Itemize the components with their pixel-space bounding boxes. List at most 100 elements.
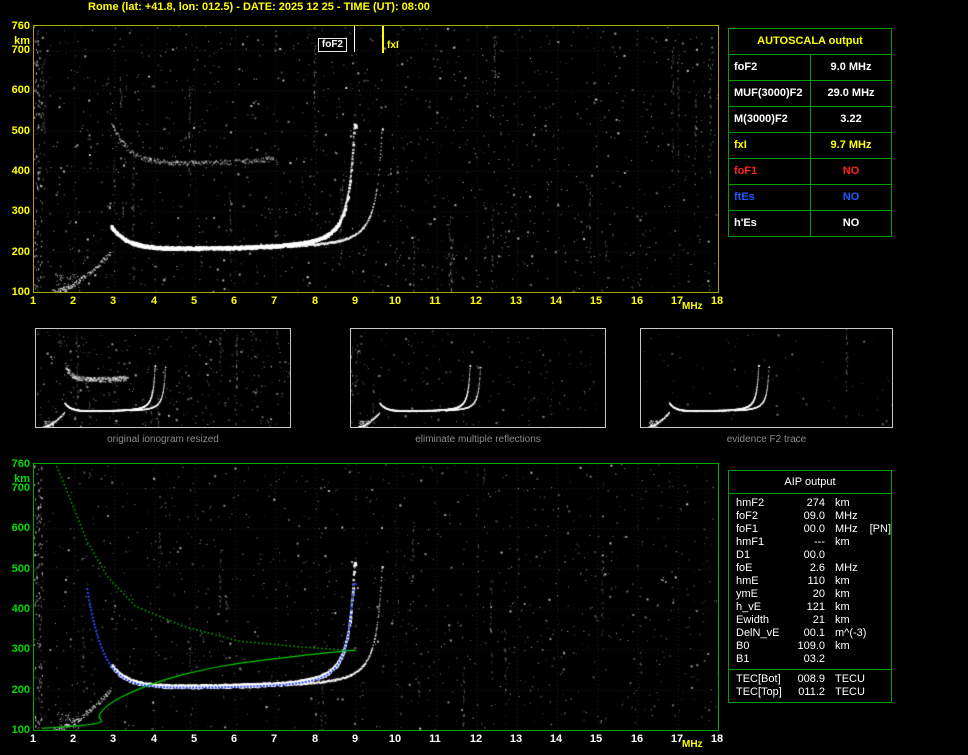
aip-row: Ewidth 21 km <box>729 614 891 627</box>
y-tick-label: 300 <box>11 205 30 217</box>
aip-row-label: hmE <box>736 575 759 587</box>
y-tick-label: 200 <box>11 246 30 258</box>
autoscala-row-label: fxI <box>729 133 811 158</box>
y-tick-label: 100 <box>11 286 30 298</box>
aip-row-label: ymE <box>736 588 758 600</box>
x-tick-label: 6 <box>230 733 238 745</box>
autoscala-row-label: MUF(3000)F2 <box>729 81 811 106</box>
aip-row-unit: km <box>835 497 850 509</box>
x-tick-label: 3 <box>109 733 117 745</box>
x-tick-label: 14 <box>549 295 563 307</box>
autoscala-row-value: NO <box>842 217 860 229</box>
x-tick-label: 1 <box>29 733 37 745</box>
aip-row: hmF1 --- km <box>729 536 891 549</box>
y-tick-label: 700 <box>11 482 30 494</box>
autoscala-table-rows: foF2 9.0 MHz MUF(3000)F2 29.0 MHz M(3000)F2 3… <box>729 55 891 236</box>
y-tick-label: 600 <box>11 522 30 534</box>
autoscala-row-label: M(3000)F2 <box>729 107 811 132</box>
thumbnail-caption-no-multiples: eliminate multiple reflections <box>415 434 541 445</box>
x-tick-label: 15 <box>589 295 603 307</box>
x-tick-label: 7 <box>270 295 278 307</box>
aip-row: foF2 09.0 MHz <box>729 510 891 523</box>
x-tick-label: 18 <box>710 295 724 307</box>
aip-tec-row-unit: TECU <box>835 686 865 698</box>
top-ionogram-plot <box>33 25 719 293</box>
y-tick-label: 760 <box>11 20 30 32</box>
x-tick-label: 13 <box>509 295 523 307</box>
x-tick-label: 17 <box>670 733 684 745</box>
autoscala-row: foF2 9.0 MHz <box>729 55 891 81</box>
foF2-marker-line <box>353 26 355 52</box>
top-ionogram-canvas <box>34 26 718 292</box>
y-tick-label: 500 <box>11 125 30 137</box>
autoscala-row: fxI 9.7 MHz <box>729 133 891 159</box>
aip-row-unit <box>825 549 835 562</box>
aip-output-table: AIP output hmF2 274 km foF2 09.0 MHz foF1 00.0 M… <box>728 470 892 703</box>
aip-row-label: B0 <box>736 640 750 652</box>
aip-table-rows: hmF2 274 km foF2 09.0 MHz foF1 00.0 MHz [PN] hmF1 -… <box>729 494 891 668</box>
x-tick-label: 13 <box>509 733 523 745</box>
y-axis-unit: km <box>14 473 30 485</box>
autoscala-row: h'Es NO <box>729 211 891 236</box>
y-tick-label: 200 <box>11 684 30 696</box>
x-tick-label: 8 <box>311 733 319 745</box>
aip-row-value: 121 <box>806 601 825 613</box>
autoscala-row-value: 3.22 <box>840 113 862 125</box>
y-tick-label: 700 <box>11 44 30 56</box>
aip-row-label: h_vE <box>736 601 762 613</box>
x-tick-label: 16 <box>630 733 644 745</box>
x-tick-label: 11 <box>429 295 441 307</box>
x-tick-label: 2 <box>69 295 77 307</box>
x-tick-label: 9 <box>351 295 359 307</box>
y-tick-label: 760 <box>11 458 30 470</box>
thumbnail-caption-original: original ionogram resized <box>107 434 219 445</box>
x-tick-label: 5 <box>190 295 198 307</box>
aip-tec-row: TEC[Top] 011.2 TECU <box>729 686 891 699</box>
aip-tec-rows: TEC[Bot] 008.9 TECU TEC[Top] 011.2 TECU <box>729 670 891 702</box>
thumbnail-f2-trace-canvas <box>641 329 892 427</box>
aip-row-value: 20 <box>812 588 825 600</box>
aip-row-value: 110 <box>807 575 825 587</box>
aip-tec-row: TEC[Bot] 008.9 TECU <box>729 673 891 686</box>
x-tick-label: 18 <box>710 733 724 745</box>
bottom-ionogram-canvas <box>34 464 718 730</box>
x-tick-label: 16 <box>630 295 644 307</box>
aip-row-unit: MHz <box>835 562 858 574</box>
aip-row-label: foE <box>736 562 753 574</box>
aip-row-unit: km <box>835 614 850 626</box>
aip-row: B0 109.0 km <box>729 640 891 653</box>
y-tick-label: 600 <box>11 84 30 96</box>
thumbnail-no-multiples-canvas <box>351 329 605 427</box>
aip-row: h_vE 121 km <box>729 601 891 614</box>
foF2-marker-box: foF2 <box>317 38 347 52</box>
aip-row-value: 09.0 <box>803 510 825 522</box>
aip-row-unit: MHz <box>835 510 858 522</box>
autoscala-row-value: 9.0 MHz <box>830 61 872 73</box>
aip-tec-row-label: TEC[Bot] <box>736 673 781 685</box>
aip-row-unit <box>825 653 835 666</box>
thumbnail-no-multiples <box>350 328 606 428</box>
fxI-marker-label: fxI <box>387 40 399 51</box>
aip-row-unit: km <box>835 536 850 548</box>
aip-row-label: foF2 <box>736 510 759 522</box>
aip-tec-row-label: TEC[Top] <box>736 686 782 698</box>
x-tick-label: 9 <box>351 733 359 745</box>
x-axis-unit: MHz <box>682 301 703 312</box>
x-tick-label: 10 <box>388 295 402 307</box>
x-tick-label: 12 <box>469 733 483 745</box>
aip-tec-row-value: 011.2 <box>798 686 825 698</box>
aip-row-label: foF1 <box>736 523 759 535</box>
bottom-ionogram-plot <box>33 463 719 731</box>
y-tick-label: 300 <box>11 643 30 655</box>
y-tick-label: 100 <box>11 724 30 736</box>
autoscala-row-value: NO <box>842 191 860 203</box>
autoscala-row: foF1 NO <box>729 159 891 185</box>
x-tick-label: 1 <box>29 295 37 307</box>
aip-row: DelN_vE 00.1 m^(-3) <box>729 627 891 640</box>
autoscala-row: M(3000)F2 3.22 <box>729 107 891 133</box>
aip-row-unit: MHz <box>835 523 858 535</box>
y-tick-label: 400 <box>11 603 30 615</box>
aip-row-label: hmF1 <box>736 536 765 548</box>
autoscala-output-table: AUTOSCALA output foF2 9.0 MHz MUF(3000)F2 2… <box>728 28 892 237</box>
x-tick-label: 7 <box>270 733 278 745</box>
